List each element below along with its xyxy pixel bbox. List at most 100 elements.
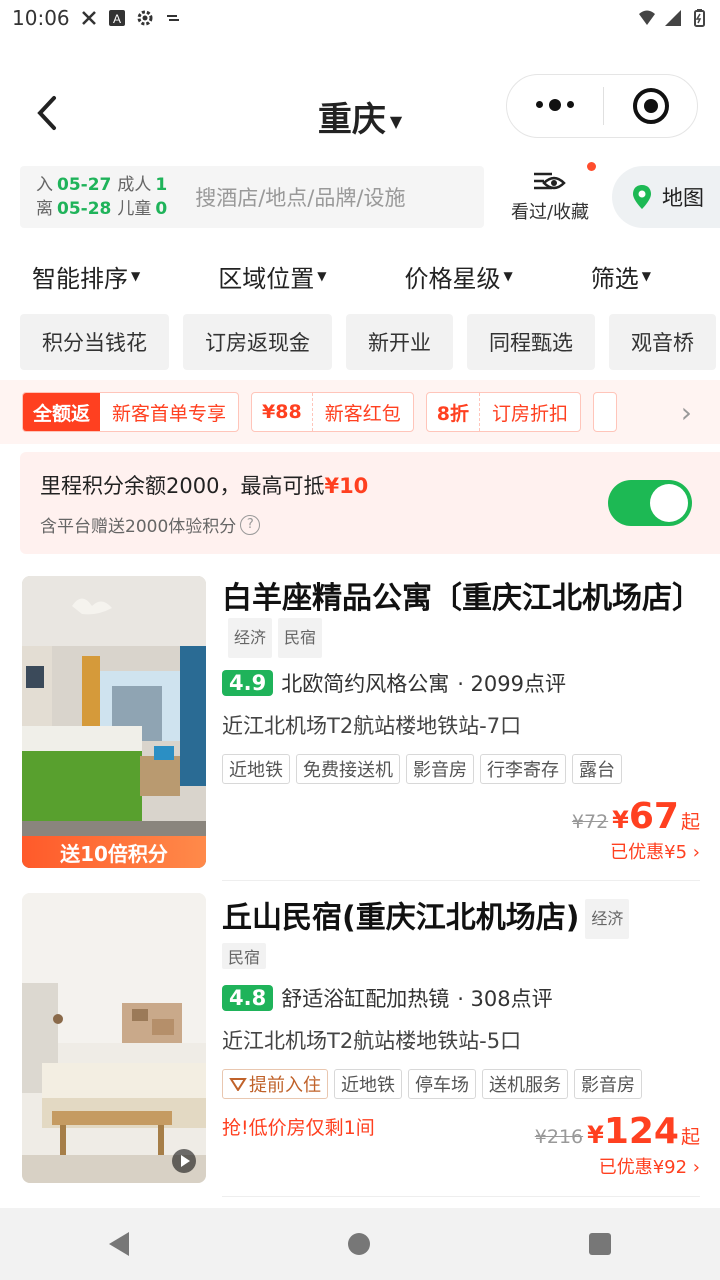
sort-bar: 智能排序 ▼ 区域位置 ▼ 价格星级 ▼ 筛选 ▼ — [0, 250, 720, 302]
chevron-right-icon: › — [687, 1157, 700, 1178]
nav-home-icon[interactable] — [347, 1233, 370, 1255]
date-guest-summary[interactable]: 入 05-27 成人 1 离 05-28 儿童 0 — [36, 173, 173, 221]
sort-area[interactable]: 区域位置 ▼ — [218, 250, 326, 302]
promo-red-packet[interactable]: ¥88 新客红包 — [251, 392, 414, 432]
hotel-location: 近江北机场T2航站楼地铁站-5口 — [222, 1029, 522, 1053]
feature-tag: 影音房 — [406, 754, 474, 784]
hotel-info: 丘山民宿(重庆江北机场店) 经济 民宿 4.8 舒适浴缸配加热镜 · 308点评 … — [222, 893, 700, 1178]
rating-row: 4.8 舒适浴缸配加热镜 · 308点评 — [222, 983, 700, 1013]
rating-score: 4.8 — [222, 985, 274, 1011]
points-multiplier-banner: 送10倍积分 — [22, 836, 206, 868]
hotel-card[interactable]: 送10倍积分 白羊座精品公寓〔重庆江北机场店〕经济 民宿 4.9 北欧简约风格公寓… — [22, 576, 702, 870]
play-video-icon[interactable] — [172, 1149, 196, 1173]
hotel-slogan: 北欧简约风格公寓 — [281, 672, 450, 696]
mini-program-capsule — [506, 74, 698, 138]
map-button[interactable]: 地图 — [612, 166, 720, 228]
card-divider — [222, 1196, 700, 1197]
wifi-icon — [639, 10, 655, 25]
feature-tag: 近地铁 — [334, 1069, 402, 1099]
bedroom-image — [22, 893, 206, 1183]
search-box[interactable]: 入 05-27 成人 1 离 05-28 儿童 0 搜酒店/地点/品牌/设施 — [20, 166, 484, 228]
tag-guanyinqiao[interactable]: 观音桥 — [609, 314, 716, 370]
review-count: · 2099点评 — [457, 672, 566, 696]
price-block: ¥216 ¥124 起 — [534, 1111, 700, 1152]
points-note: 含平台赠送2000体验积分? — [40, 512, 261, 537]
card-divider — [222, 880, 700, 881]
eye-list-icon — [534, 172, 566, 190]
quick-filter-tags: 积分当钱花 订房返现金 新开业 同程甄选 观音桥 — [20, 314, 720, 370]
kind-tag: 民宿 — [222, 943, 267, 969]
rating-row: 4.9 北欧简约风格公寓 · 2099点评 — [222, 668, 700, 698]
points-banner: 里程积分余额2000，最高可抵¥10 含平台赠送2000体验积分? — [20, 452, 720, 554]
saved-amount[interactable]: 已优惠¥5 › — [610, 838, 700, 864]
help-icon[interactable]: ? — [240, 514, 261, 535]
saved-amount[interactable]: 已优惠¥92 › — [599, 1153, 700, 1179]
viewed-favorites-button[interactable]: 看过/收藏 — [504, 162, 596, 230]
tag-new-open[interactable]: 新开业 — [346, 314, 453, 370]
hotel-location: 近江北机场T2航站楼地铁站-7口 — [222, 714, 522, 738]
promo-more[interactable] — [592, 392, 617, 432]
close-miniprogram-button[interactable] — [604, 88, 697, 124]
battery-icon — [694, 9, 705, 27]
notification-dot — [587, 162, 596, 171]
chevron-right-icon: › — [687, 842, 700, 863]
caret-down-icon: ▼ — [317, 269, 327, 283]
feature-tag: 行李寄存 — [480, 754, 566, 784]
feature-tag: 影音房 — [574, 1069, 642, 1099]
caret-down-icon: ▼ — [389, 112, 403, 131]
sort-smart[interactable]: 智能排序 ▼ — [32, 250, 140, 302]
price-block: ¥72 ¥67 起 — [571, 796, 700, 837]
promo-strip: 全额返 新客首单专享 ¥88 新客红包 8折 订房折扣 › — [0, 380, 720, 444]
original-price: ¥72 — [571, 811, 609, 833]
nav-back-icon[interactable] — [109, 1232, 130, 1256]
promo-full-refund[interactable]: 全额返 新客首单专享 — [22, 392, 240, 432]
caret-down-icon: ▼ — [503, 269, 513, 283]
rating-score: 4.9 — [222, 670, 274, 696]
sort-filter[interactable]: 筛选 ▼ — [591, 250, 651, 302]
feature-tag: 停车场 — [408, 1069, 476, 1099]
sort-price-star[interactable]: 价格星级 ▼ — [404, 250, 512, 302]
status-bar: 10:06 A — [0, 0, 720, 36]
hotel-info: 白羊座精品公寓〔重庆江北机场店〕经济 民宿 4.9 北欧简约风格公寓 · 2099… — [222, 576, 702, 863]
current-price: 124 — [603, 1111, 679, 1152]
hotel-slogan: 舒适浴缸配加热镜 — [281, 987, 450, 1011]
hotel-photo[interactable] — [22, 893, 206, 1183]
system-nav-bar — [0, 1208, 720, 1280]
feature-tag: 露台 — [572, 754, 622, 784]
review-count: · 308点评 — [457, 987, 553, 1011]
adults-count: 1 — [155, 175, 168, 195]
points-toggle[interactable] — [608, 480, 692, 526]
points-balance: 里程积分余额2000，最高可抵¥10 — [40, 474, 369, 498]
hotel-photo[interactable]: 送10倍积分 — [22, 576, 206, 868]
feature-tag: 近地铁 — [222, 754, 290, 784]
kind-tag: 民宿 — [278, 618, 323, 658]
status-time: 10:06 — [12, 6, 70, 30]
hotel-title[interactable]: 丘山民宿(重庆江北机场店) 经济 — [222, 899, 700, 939]
checkout-date: 05-28 — [57, 199, 112, 219]
tag-points[interactable]: 积分当钱花 — [20, 314, 169, 370]
feature-tags: 近地铁 免费接送机 影音房 行李寄存 露台 — [222, 754, 700, 784]
hotel-card[interactable]: 丘山民宿(重庆江北机场店) 经济 民宿 4.8 舒适浴缸配加热镜 · 308点评 … — [22, 893, 700, 1185]
target-icon — [632, 88, 669, 124]
chevron-right-icon[interactable]: › — [681, 396, 692, 429]
network-off-icon — [81, 11, 96, 25]
tag-selected[interactable]: 同程甄选 — [467, 314, 595, 370]
more-dots-icon[interactable] — [507, 99, 603, 111]
nav-header: 重庆 ▼ — [0, 70, 720, 160]
hotel-title[interactable]: 白羊座精品公寓〔重庆江北机场店〕经济 民宿 — [222, 580, 702, 658]
promo-discount[interactable]: 8折 订房折扣 — [425, 392, 581, 432]
checkin-date: 05-27 — [57, 175, 112, 195]
children-count: 0 — [155, 199, 168, 219]
early-checkin-tag: 提前入住 — [222, 1069, 328, 1099]
city-name: 重庆 — [317, 100, 386, 140]
search-input[interactable]: 搜酒店/地点/品牌/设施 — [195, 182, 405, 212]
signal-icon — [665, 10, 681, 26]
original-price: ¥216 — [534, 1126, 584, 1148]
kind-tag: 经济 — [585, 899, 630, 939]
search-row: 入 05-27 成人 1 离 05-28 儿童 0 搜酒店/地点/品牌/设施 看过/收藏 地… — [20, 162, 720, 230]
app-a-icon: A — [108, 10, 125, 26]
nav-recents-icon[interactable] — [588, 1233, 611, 1255]
diamond-heart-icon — [229, 1078, 247, 1091]
tag-cashback[interactable]: 订房返现金 — [183, 314, 332, 370]
caret-down-icon: ▼ — [131, 269, 141, 283]
